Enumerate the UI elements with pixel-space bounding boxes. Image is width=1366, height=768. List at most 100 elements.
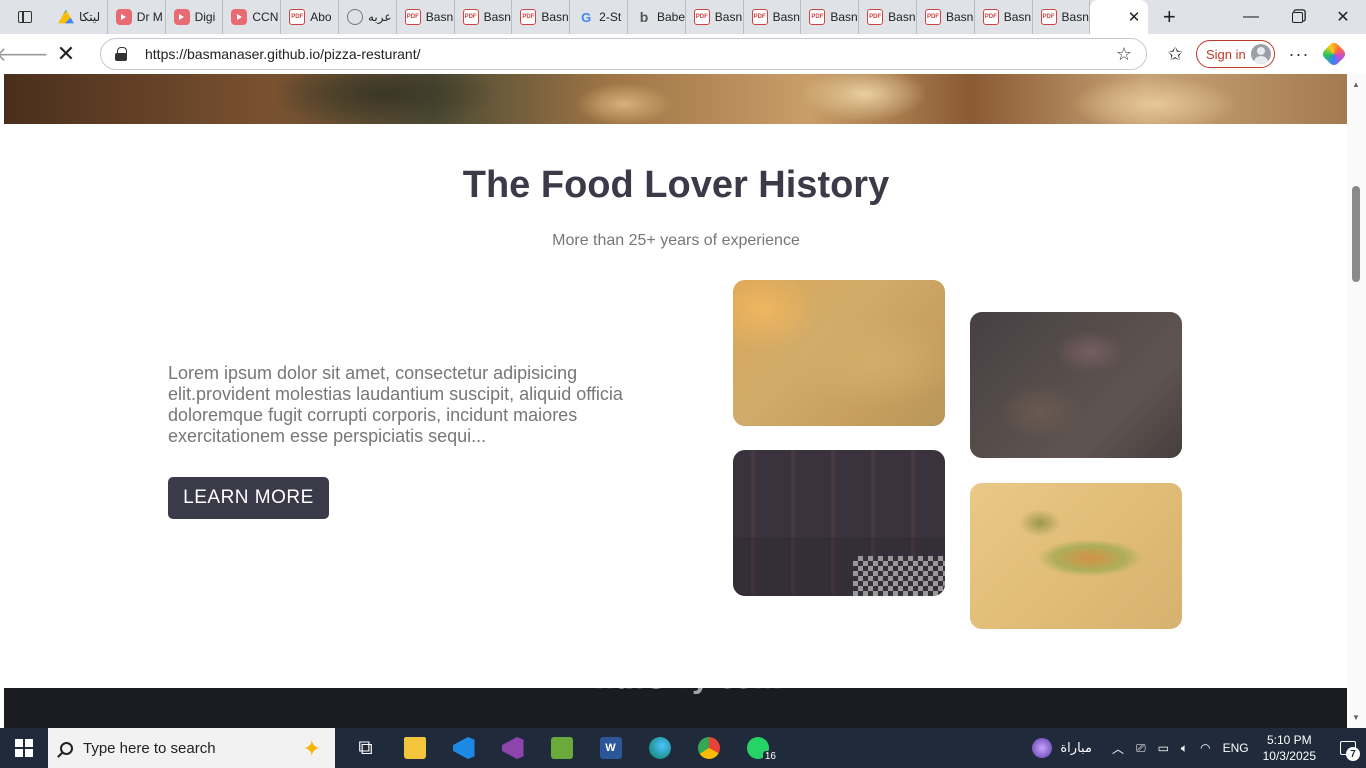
google-icon: G — [581, 9, 592, 25]
address-bar[interactable]: https://basmanaser.github.io/pizza-restu… — [100, 38, 1147, 70]
volume-icon[interactable]: 🔈︎ — [1175, 741, 1194, 756]
browser-tab[interactable]: PDF Basn — [744, 0, 802, 34]
favorites-icon[interactable]: ✩ — [1160, 44, 1190, 65]
settings-menu-icon[interactable]: ··· — [1281, 44, 1317, 65]
browser-tab[interactable]: PDF Basn — [801, 0, 860, 34]
battery-icon[interactable]: ▭ — [1152, 741, 1175, 755]
toolbar-right: ✩ Sign in ··· — [1160, 34, 1348, 74]
youtube-icon — [173, 9, 190, 25]
minimize-button[interactable]: — — [1228, 0, 1274, 34]
browser-tab[interactable]: PDF Basn — [917, 0, 975, 34]
scroll-up-icon[interactable]: ▲ — [1352, 80, 1360, 89]
scrollbar-thumb[interactable] — [1352, 186, 1360, 282]
clock-date: 10/3/2025 — [1262, 749, 1316, 763]
browser-tab[interactable]: PDF Basn — [686, 0, 744, 34]
whatsapp-button[interactable]: 16 — [733, 728, 782, 768]
file-explorer-button[interactable] — [390, 728, 439, 768]
notifications-button[interactable]: 7 — [1330, 728, 1366, 768]
back-button[interactable]: 🡐 — [0, 34, 49, 74]
browser-tab[interactable]: PDF Basn — [512, 0, 571, 34]
news-icon — [1032, 738, 1053, 758]
news-widget[interactable]: مباراة — [1024, 738, 1106, 758]
browser-tab[interactable]: PDF Basn — [975, 0, 1033, 34]
page-scrollbar[interactable]: ▲ ▼ — [1347, 74, 1366, 728]
dark-section — [4, 688, 1347, 728]
browser-tab[interactable]: PDF Abo — [281, 0, 339, 34]
task-view-button[interactable]: ⧉ — [341, 728, 390, 768]
browser-toolbar: 🡐 ✕ https://basmanaser.github.io/pizza-r… — [0, 34, 1366, 74]
copilot-sparkle-icon[interactable]: ✦ — [303, 736, 321, 762]
browser-tab[interactable]: PDF Basn — [859, 0, 917, 34]
gallery-photo-restaurant — [733, 450, 945, 596]
favorite-star-icon[interactable]: ☆ — [1116, 44, 1132, 65]
tab-actions-button[interactable] — [0, 0, 50, 34]
browser-tab[interactable]: PDF Basn — [1033, 0, 1091, 34]
search-icon — [60, 741, 73, 755]
word-icon: W — [599, 737, 622, 759]
taskbar-search[interactable]: Type here to search ✦ — [48, 728, 335, 768]
restore-icon — [1291, 11, 1303, 23]
browser-tab-label: Abo — [310, 10, 332, 24]
sign-in-label: Sign in — [1206, 46, 1246, 62]
pdf-icon: PDF — [520, 9, 537, 25]
url-text[interactable]: https://basmanaser.github.io/pizza-restu… — [145, 46, 420, 62]
vscode-icon — [452, 737, 475, 759]
visual-studio-button[interactable] — [488, 728, 537, 768]
edge-button[interactable] — [635, 728, 684, 768]
browser-tab-label: Basn — [772, 10, 800, 24]
tab-actions-icon — [18, 11, 32, 23]
browser-tab[interactable]: Dr M — [108, 0, 166, 34]
meet-now-icon[interactable]: ⎚ — [1130, 741, 1152, 756]
globe-icon — [346, 9, 363, 25]
new-tab-button[interactable]: + — [1148, 0, 1190, 34]
bing-icon: b — [639, 9, 649, 25]
avatar-icon — [1251, 44, 1271, 64]
sheet-app-button[interactable] — [537, 728, 586, 768]
browser-tab[interactable]: PDF Basn — [397, 0, 455, 34]
copilot-icon[interactable] — [1320, 40, 1348, 68]
gallery-photo-toast — [970, 483, 1182, 629]
lock-icon[interactable] — [115, 47, 127, 61]
learn-more-button[interactable]: LEARN MORE — [168, 477, 329, 519]
page-viewport: The Food Lover History More than 25+ yea… — [0, 74, 1366, 728]
clock[interactable]: 5:10 PM 10/3/2025 — [1255, 732, 1330, 764]
scroll-down-icon[interactable]: ▼ — [1352, 713, 1360, 722]
browser-tab-label: Digi — [194, 10, 216, 24]
close-window-button[interactable]: ✕ — [1320, 0, 1366, 34]
show-hidden-icons[interactable]: ︿ — [1106, 740, 1130, 757]
system-tray: مباراة ︿ ⎚ ▭ 🔈︎ ◠ ENG 5:10 PM 10/3/2025 … — [1024, 728, 1366, 768]
about-paragraph: Lorem ipsum dolor sit amet, consectetur … — [168, 363, 623, 446]
browser-tab[interactable]: Digi — [166, 0, 224, 34]
browser-tab[interactable]: عربه — [339, 0, 397, 34]
tab-list: ليتكا Dr M Digi CCN PDF Abo عربه PDF Basn PDF Basn… — [50, 0, 1091, 34]
browser-tab[interactable]: G 2-St — [570, 0, 628, 34]
browser-tab-label: ليتكا — [79, 10, 101, 24]
browser-tab[interactable]: PDF Basn — [455, 0, 513, 34]
browser-tab-label: Basn — [1003, 10, 1032, 24]
pdf-icon: PDF — [693, 9, 710, 25]
browser-tab-label: Babe — [656, 10, 685, 24]
chrome-button[interactable] — [684, 728, 733, 768]
language-indicator[interactable]: ENG — [1217, 741, 1255, 755]
active-tab[interactable]: ✕ — [1090, 0, 1149, 34]
start-button[interactable] — [0, 728, 48, 768]
notification-count: 7 — [1346, 747, 1360, 761]
close-tab-icon[interactable]: ✕ — [1128, 8, 1141, 26]
youtube-icon — [115, 9, 132, 25]
browser-tab[interactable]: CCN — [223, 0, 282, 34]
news-label: مباراة — [1060, 740, 1092, 755]
browser-tab-label: CCN — [252, 10, 279, 24]
wifi-icon[interactable]: ◠ — [1194, 741, 1216, 755]
pdf-icon: PDF — [751, 9, 768, 25]
browser-tab[interactable]: b Babe — [628, 0, 686, 34]
pdf-icon: PDF — [867, 9, 884, 25]
browser-tab[interactable]: ليتكا — [50, 0, 108, 34]
edge-icon — [648, 737, 671, 759]
sign-in-button[interactable]: Sign in — [1196, 40, 1275, 68]
stop-loading-button[interactable]: ✕ — [44, 34, 88, 74]
word-button[interactable]: W — [586, 728, 635, 768]
browser-tab-label: Basn — [483, 10, 511, 24]
vscode-button[interactable] — [439, 728, 488, 768]
restore-button[interactable] — [1274, 0, 1320, 34]
pdf-icon: PDF — [809, 9, 826, 25]
